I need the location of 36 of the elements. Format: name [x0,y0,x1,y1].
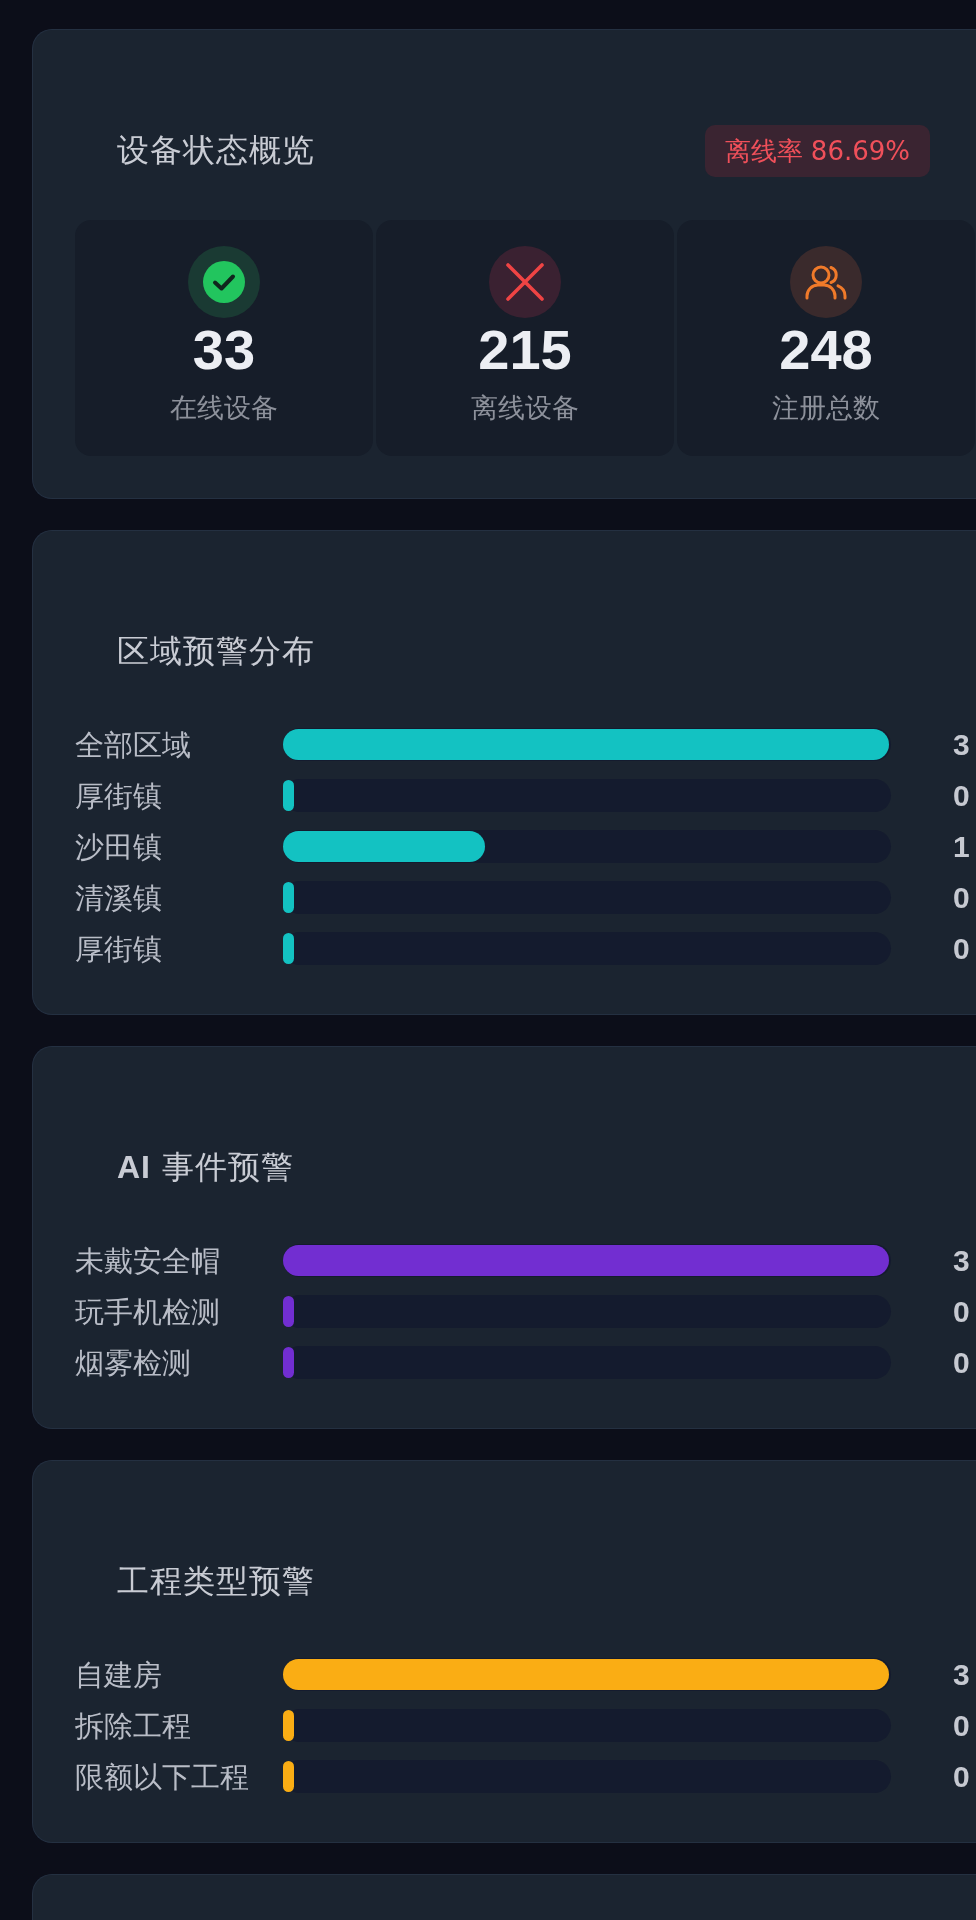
bar-value: 1 [953,828,970,865]
panel-title: AI 事件预警 [117,1147,295,1188]
bar-value: 0 [953,879,970,916]
bar-value: 0 [953,1758,970,1795]
rate-badge: 离线率 86.69% [704,125,930,177]
bar-value: 0 [953,930,970,967]
panel-title: 工程类型预警 [117,1561,315,1602]
panel-title: 设备状态概览 [117,130,315,171]
bar-label: 自建房 [75,1656,162,1693]
bar-value: 3 [953,1242,970,1279]
bar-label: 玩手机检测 [75,1293,220,1330]
panel-title: 区域预警分布 [117,631,315,672]
stat-label: 在线设备 [170,392,278,424]
bar-label: 厚街镇 [75,930,162,967]
stat-label: 离线设备 [471,392,579,424]
check-icon [188,246,260,318]
stat-value: 248 [779,322,873,378]
stat-value: 215 [478,322,572,378]
bar-value: 3 [953,1656,970,1693]
bar-value: 0 [953,1293,970,1330]
bar-label: 沙田镇 [75,828,162,865]
bar-label: 未戴安全帽 [75,1242,220,1279]
stat-value: 33 [192,322,256,378]
bar-value: 0 [953,777,970,814]
bar-value: 0 [953,1707,970,1744]
bar-label: 清溪镇 [75,879,162,916]
bar-label: 限额以下工程 [75,1758,249,1795]
bar-label: 拆除工程 [75,1707,191,1744]
bar-value: 0 [953,1344,970,1381]
bar-label: 烟雾检测 [75,1344,191,1381]
cross-icon [489,246,561,318]
stat-label: 注册总数 [772,392,880,424]
bar-label: 全部区域 [75,726,191,763]
bar-label: 厚街镇 [75,777,162,814]
bar-value: 3 [953,726,970,763]
people-icon [790,246,862,318]
